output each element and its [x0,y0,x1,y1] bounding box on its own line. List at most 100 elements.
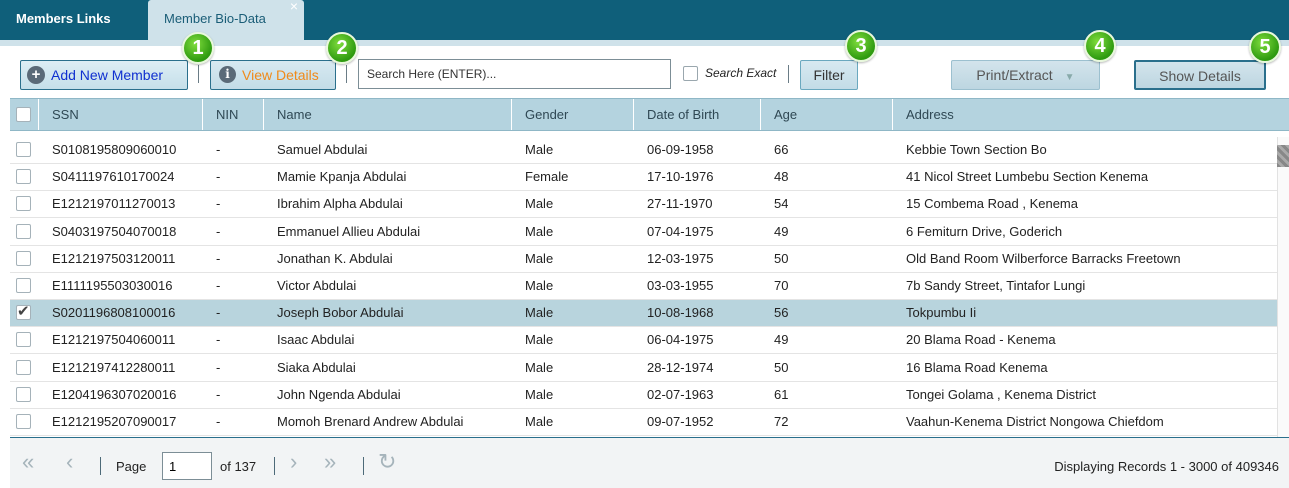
row-checkbox[interactable] [16,250,31,266]
column-header-gender[interactable]: Gender [512,99,634,130]
cell-name: Emmanuel Allieu Abdulai [277,223,421,239]
row-checkbox[interactable] [16,142,31,157]
print-extract-button[interactable]: Print/Extract ▼ [951,60,1100,90]
cell-age: 70 [774,278,789,293]
row-checkbox[interactable] [16,332,31,348]
scrollbar-thumb[interactable] [1277,145,1289,167]
cell-name: Isaac Abdulai [277,332,355,348]
callout-badge-4: 4 [1084,30,1116,62]
cell-age: 49 [774,223,789,239]
cell-gender: Male [525,332,554,348]
close-icon[interactable]: × [290,0,298,21]
grid-header: SSN NIN Name Gender Date of Birth Age Ad… [10,98,1289,131]
table-row[interactable]: S0403197504070018 - Emmanuel Allieu Abdula… [10,218,1277,246]
chevron-right-icon[interactable]: › [290,451,297,473]
column-header-address[interactable]: Address [893,99,1289,130]
cell-ssn: E1111195503030016 [52,278,173,293]
row-checkbox[interactable] [16,278,31,293]
cell-nin: - [216,278,221,293]
search-input[interactable] [358,59,671,89]
show-details-button[interactable]: Show Details [1134,60,1266,90]
cell-name: Mamie Kpanja Abdulai [277,169,407,185]
column-header-age[interactable]: Age [761,99,893,130]
callout-badge-3: 3 [845,30,877,62]
row-checkbox[interactable] [16,302,31,321]
cell-age: 61 [774,386,789,402]
page-label: Page [116,459,147,474]
row-checkbox[interactable] [16,169,31,185]
pager-separator [274,457,275,475]
cell-dob: 02-07-1963 [647,386,714,402]
cell-ssn: E1212195207090017 [52,414,177,429]
info-circle-icon: i [219,66,236,84]
row-checkbox[interactable] [16,196,31,212]
toolbar-separator [346,65,347,83]
search-exact-checkbox[interactable] [683,66,698,81]
cell-ssn: E1212197503120011 [52,250,176,266]
cell-nin: - [216,196,221,212]
callout-badge-2: 2 [326,32,358,64]
tab-member-bio-data[interactable]: Member Bio-Data × [148,0,304,40]
cell-name: Ibrahim Alpha Abdulai [277,196,403,212]
cell-name: Siaka Abdulai [277,359,356,375]
table-row[interactable]: S0108195809060010 - Samuel Abdulai Male 06-0… [10,137,1277,164]
cell-dob: 07-04-1975 [647,223,714,239]
table-row[interactable]: E1212197011270013 - Ibrahim Alpha Abdulai M… [10,191,1277,219]
cell-address: Kebbie Town Section Bo [906,142,1047,157]
cell-dob: 06-04-1975 [647,332,714,348]
cell-address: Tokpumbu Ii [906,305,977,321]
table-row[interactable]: S0201196808100016 - Joseph Bobor Abdulai Ma… [10,300,1277,328]
pager: « ‹ Page of 137 › » ↻ Displaying Records… [10,437,1289,488]
cell-dob: 28-12-1974 [647,359,714,375]
table-row[interactable]: E1111195503030016 - Victor Abdulai Male 03-0… [10,273,1277,300]
cell-ssn: E1212197412280011 [52,359,176,375]
cell-name: Jonathan K. Abdulai [277,250,393,266]
select-all-checkbox[interactable] [16,107,31,122]
cell-age: 50 [774,250,789,266]
row-checkbox[interactable] [16,414,31,429]
tab-members-links[interactable]: Members Links [0,0,146,40]
row-checkbox[interactable] [16,223,31,239]
table-row[interactable]: E1204196307020016 - John Ngenda Abdulai Mal… [10,381,1277,409]
double-chevron-left-icon[interactable]: « [22,451,34,473]
cell-address: Vaahun-Kenema District Nongowa Chiefdom [906,414,1164,429]
cell-address: 7b Sandy Street, Tintafor Lungi [906,278,1086,293]
cell-nin: - [216,223,221,239]
callout-badge-5: 5 [1249,31,1281,63]
column-header-ssn[interactable]: SSN [39,99,203,130]
pager-separator [100,457,101,475]
cell-age: 48 [774,169,789,185]
cell-nin: - [216,332,221,348]
cell-dob: 03-03-1955 [647,278,714,293]
table-row[interactable]: E1212197504060011 - Isaac Abdulai Male 06-04… [10,327,1277,355]
callout-badge-1: 1 [182,32,214,64]
page-number-input[interactable] [162,452,212,480]
double-chevron-right-icon[interactable]: » [324,451,336,473]
table-row[interactable]: E1212197412280011 - Siaka Abdulai Male 28-12… [10,354,1277,382]
vertical-scrollbar[interactable] [1277,137,1289,437]
cell-address: 16 Blama Road Kenema [906,359,1048,375]
grid-body: S0108195809060010 - Samuel Abdulai Male 06-0… [10,137,1277,437]
row-checkbox[interactable] [16,386,31,402]
cell-address: 41 Nicol Street Lumbebu Section Kenema [906,169,1149,185]
cell-nin: - [216,142,221,157]
add-new-member-button[interactable]: + Add New Member [20,60,188,90]
refresh-icon[interactable]: ↻ [378,451,396,473]
cell-gender: Male [525,142,554,157]
row-checkbox[interactable] [16,359,31,375]
column-header-dob[interactable]: Date of Birth [634,99,761,130]
table-row[interactable]: E1212197503120011 - Jonathan K. Abdulai Mal… [10,245,1277,273]
cell-dob: 09-07-1952 [647,414,714,429]
column-header-name[interactable]: Name [264,99,512,130]
cell-ssn: S0411197610170024 [52,169,175,185]
toolbar-separator [788,65,789,83]
cell-name: Joseph Bobor Abdulai [277,305,404,321]
chevron-left-icon[interactable]: ‹ [66,451,73,473]
column-header-nin[interactable]: NIN [203,99,264,130]
cell-ssn: E1212197504060011 [52,332,176,348]
table-row[interactable]: E1212195207090017 - Momoh Brenard Andrew A… [10,409,1277,436]
cell-age: 56 [774,305,789,321]
filter-button[interactable]: Filter [800,60,858,90]
table-row[interactable]: S0411197610170024 - Mamie Kpanja Abdulai Fe… [10,164,1277,192]
view-details-button[interactable]: i View Details [210,60,336,90]
